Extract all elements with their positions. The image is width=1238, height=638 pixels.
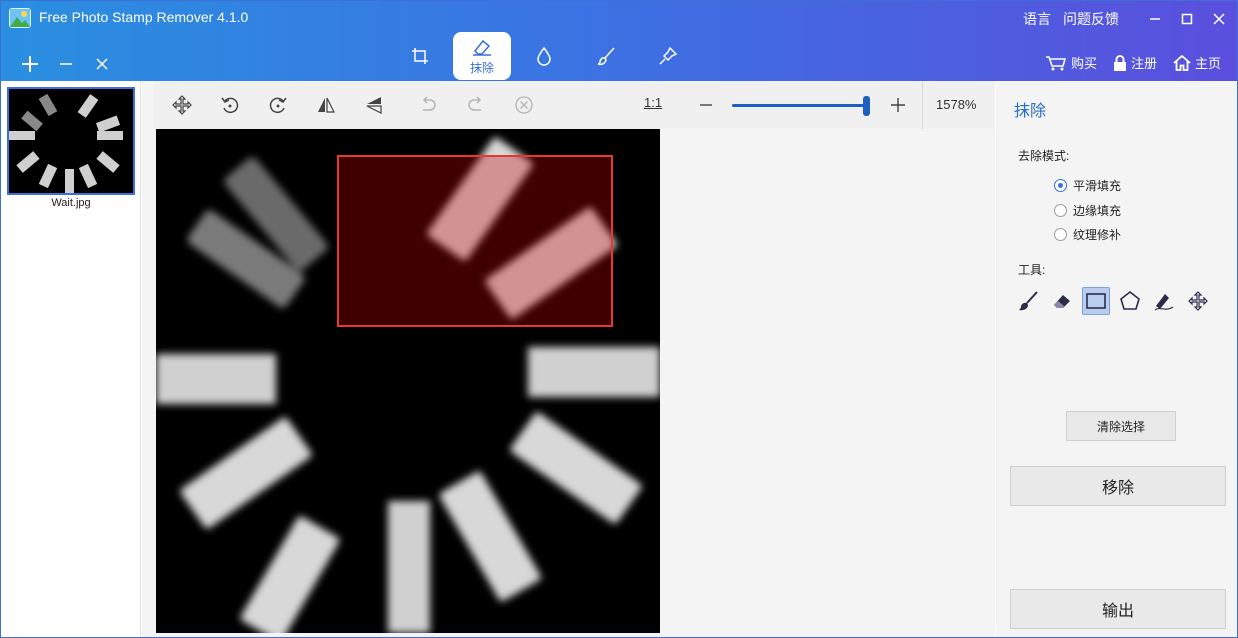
maximize-button[interactable] (1173, 7, 1201, 31)
title-bar: Free Photo Stamp Remover 4.1.0 语言 问题反馈 抹… (1, 1, 1237, 81)
pan-button[interactable] (164, 87, 200, 123)
add-image-button[interactable] (19, 53, 41, 75)
zoom-slider[interactable] (732, 96, 870, 116)
polygon-tool-button[interactable] (1116, 287, 1144, 315)
magic-pen-tool-button[interactable] (1150, 287, 1178, 315)
maximize-icon (1181, 13, 1193, 25)
minus-icon (700, 104, 712, 106)
remove-button[interactable]: 移除 (1010, 466, 1226, 506)
crop-icon (412, 48, 428, 64)
actual-size-button[interactable]: 1:1 (644, 95, 662, 110)
drop-icon (537, 46, 551, 66)
mode-edge-fill[interactable]: 边缘填充 (1054, 202, 1121, 219)
minimize-button[interactable] (1141, 7, 1169, 31)
tab-crop[interactable] (391, 32, 449, 80)
close-icon (96, 58, 108, 70)
mode-edge-fill-label: 边缘填充 (1073, 204, 1122, 218)
flip-vertical-button[interactable] (356, 87, 392, 123)
plus-icon (22, 56, 38, 72)
app-window: Free Photo Stamp Remover 4.1.0 语言 问题反馈 抹… (0, 0, 1238, 638)
work-area: 1:1 1578% (142, 81, 995, 637)
tab-erase-label: 抹除 (469, 60, 494, 75)
tab-clone[interactable] (639, 32, 697, 80)
edit-toolbar: 1:1 1578% (154, 81, 995, 129)
thumbnail-wait-jpg[interactable] (7, 87, 135, 195)
tab-brush[interactable] (577, 32, 635, 80)
move-icon (1188, 291, 1208, 311)
brush-icon (597, 47, 615, 66)
mode-smooth-fill-label: 平滑填充 (1073, 179, 1122, 193)
toolbar-divider (922, 81, 923, 129)
home-button[interactable]: 主页 (1173, 53, 1221, 72)
buy-label: 购买 (1070, 56, 1097, 71)
rotate-right-icon (269, 97, 287, 114)
loading-spinner-image (156, 129, 660, 633)
brush-icon (1019, 291, 1038, 311)
eraser-icon (1054, 295, 1070, 308)
cart-icon (1045, 55, 1066, 70)
app-logo-icon (9, 8, 31, 28)
cancel-icon (515, 96, 533, 114)
feedback-link[interactable]: 问题反馈 (1063, 9, 1119, 29)
clear-images-button[interactable] (91, 53, 113, 75)
panel-title: 抹除 (1014, 103, 1047, 120)
radio-smooth-fill[interactable] (1054, 179, 1067, 192)
undo-button[interactable] (410, 87, 446, 123)
rotate-left-icon (221, 97, 239, 114)
minimize-icon (1150, 18, 1160, 20)
undo-icon (422, 96, 436, 111)
eraser-tool-button[interactable] (1048, 287, 1076, 315)
home-icon (1173, 54, 1191, 71)
eraser-icon (473, 39, 491, 56)
move-icon (172, 95, 192, 115)
flip-horizontal-icon (318, 97, 335, 113)
tab-watermark-drop[interactable] (515, 32, 573, 80)
image-canvas[interactable] (156, 129, 660, 633)
flip-vertical-icon (366, 97, 382, 114)
redo-button[interactable] (458, 87, 494, 123)
radio-texture-repair[interactable] (1054, 228, 1067, 241)
tab-erase[interactable]: 抹除 (453, 32, 511, 80)
minus-icon (60, 63, 72, 65)
close-icon (1213, 13, 1225, 25)
zoom-out-button[interactable] (694, 91, 718, 119)
redo-icon (468, 96, 482, 111)
zoom-slider-handle[interactable] (862, 96, 870, 116)
rotate-right-button[interactable] (260, 87, 296, 123)
brush-tool-button[interactable] (1014, 287, 1042, 315)
magic-pen-icon (1154, 294, 1174, 311)
removal-mode-label: 去除模式: (1018, 149, 1070, 163)
zoom-value: 1578% (936, 97, 977, 112)
home-label: 主页 (1194, 56, 1221, 71)
lock-icon (1113, 54, 1126, 71)
zoom-slider-fill (732, 104, 866, 107)
thumbnail-panel: Wait.jpg (1, 81, 141, 637)
mode-texture-repair-label: 纹理修补 (1073, 228, 1122, 242)
erase-panel: 抹除 去除模式: 平滑填充 边缘填充 纹理修补 工具: 清除选择 移除 输出 (996, 81, 1237, 637)
zoom-in-button[interactable] (886, 91, 910, 119)
clear-selection-button[interactable]: 清除选择 (1066, 411, 1176, 441)
rotate-left-button[interactable] (212, 87, 248, 123)
export-button[interactable]: 输出 (1010, 589, 1226, 629)
mode-texture-repair[interactable]: 纹理修补 (1054, 226, 1121, 243)
move-tool-button[interactable] (1184, 287, 1212, 315)
tools-label: 工具: (1018, 263, 1046, 277)
language-link[interactable]: 语言 (1023, 9, 1051, 29)
register-button[interactable]: 注册 (1113, 53, 1157, 72)
buy-button[interactable]: 购买 (1045, 53, 1097, 72)
remove-image-button[interactable] (55, 53, 77, 75)
register-label: 注册 (1130, 56, 1157, 71)
pin-icon (659, 46, 678, 65)
plus-icon (891, 98, 905, 112)
thumbnail-filename: Wait.jpg (51, 197, 91, 209)
rectangle-select-icon (1086, 293, 1106, 309)
cancel-button[interactable] (506, 87, 542, 123)
close-button[interactable] (1205, 7, 1233, 31)
flip-horizontal-button[interactable] (308, 87, 344, 123)
app-title: Free Photo Stamp Remover 4.1.0 (39, 9, 249, 25)
rectangle-tool-button[interactable] (1082, 287, 1110, 315)
radio-edge-fill[interactable] (1054, 204, 1067, 217)
polygon-select-icon (1120, 290, 1140, 310)
mode-smooth-fill[interactable]: 平滑填充 (1054, 177, 1121, 194)
